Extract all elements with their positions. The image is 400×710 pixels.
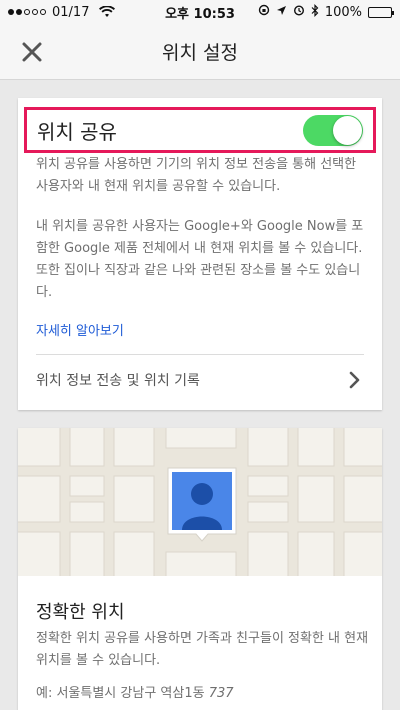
precise-location-card: 정확한 위치 정확한 위치 공유를 사용하면 가족과 친구들이 정확한 내 현재… [18, 428, 382, 710]
example-address: 예: 서울특별시 강남구 역삼1동 [36, 686, 205, 701]
precise-location-example: 예: 서울특별시 강남구 역삼1동 737 [36, 682, 234, 701]
bluetooth-icon [311, 3, 319, 21]
status-date: 01/17 [52, 4, 90, 20]
precise-location-description: 정확한 위치 공유를 사용하면 가족과 친구들이 정확한 내 현재 위치를 볼 … [36, 631, 369, 668]
wifi-icon [99, 6, 116, 18]
location-sharing-row: 위치 공유 [24, 107, 376, 153]
location-history-label: 위치 정보 전송 및 위치 기록 [36, 373, 200, 389]
close-icon[interactable] [18, 38, 46, 66]
chevron-right-icon [348, 371, 362, 389]
location-arrow-icon [276, 5, 287, 20]
profile-pin-icon [166, 466, 238, 542]
location-sharing-card: 위치 공유 위치 공유를 사용하면 기기의 위치 정보 전송을 통해 선택한 사… [18, 98, 382, 410]
screen-lock-icon [258, 4, 270, 20]
example-number: 737 [208, 686, 234, 701]
alarm-icon [293, 4, 305, 20]
page-title: 위치 설정 [162, 42, 238, 64]
location-sharing-label: 위치 공유 [37, 119, 117, 144]
signal-strength-icon [8, 9, 46, 15]
location-sharing-description: 위치 공유를 사용하면 기기의 위치 정보 전송을 통해 선택한 사용자와 내 … [36, 157, 357, 194]
location-history-row[interactable]: 위치 정보 전송 및 위치 기록 [18, 355, 382, 405]
learn-more-link[interactable]: 자세히 알아보기 [36, 320, 124, 339]
battery-icon [368, 6, 394, 18]
app-bar: 위치 설정 [0, 24, 400, 80]
toggle-knob [333, 116, 362, 145]
battery-percentage: 100% [324, 4, 362, 20]
location-sharing-toggle[interactable] [303, 115, 363, 146]
precise-location-title: 정확한 위치 [36, 602, 125, 623]
location-sharing-visibility-description: 내 위치를 공유한 사용자는 Google+와 Google Now를 포함한 … [36, 219, 364, 300]
map-illustration [18, 428, 382, 576]
status-bar: 01/17 오후 10:53 100% [0, 0, 400, 24]
